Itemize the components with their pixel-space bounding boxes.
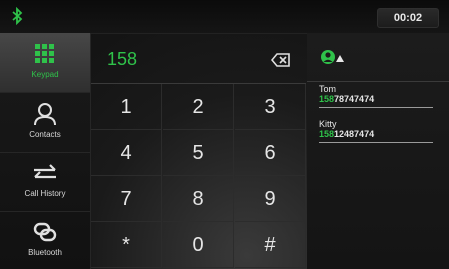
- sidebar: Keypad Contacts Call History Bluetooth: [0, 33, 91, 269]
- contact-person-icon: [321, 50, 344, 64]
- key-star[interactable]: *: [91, 222, 162, 268]
- key-9[interactable]: 9: [235, 176, 306, 222]
- contact-result[interactable]: Kitty 15812487474: [319, 119, 437, 143]
- sidebar-item-call-history[interactable]: Call History: [0, 152, 90, 212]
- clock: 00:02: [377, 8, 439, 28]
- number-rest: 12487474: [334, 129, 375, 139]
- number-display: 158: [91, 33, 306, 84]
- number-rest: 78747474: [334, 94, 375, 104]
- dial-area: 158 1 2 3 4 5 6 7 8 9 * 0 #: [91, 33, 306, 269]
- contact-number: 15878747474: [319, 94, 437, 105]
- status-bar: 00:02: [0, 0, 449, 34]
- sidebar-item-contacts[interactable]: Contacts: [0, 93, 90, 153]
- key-3[interactable]: 3: [235, 84, 306, 130]
- key-7[interactable]: 7: [91, 176, 162, 222]
- contact-name: Kitty: [319, 119, 337, 129]
- key-5[interactable]: 5: [163, 130, 234, 176]
- contact-result[interactable]: Tom 15878747474: [319, 84, 437, 108]
- contacts-header: [307, 33, 449, 82]
- key-hash[interactable]: #: [235, 222, 306, 268]
- sidebar-item-label: Call History: [24, 189, 66, 198]
- key-4[interactable]: 4: [91, 130, 162, 176]
- contact-name: Tom: [319, 84, 337, 94]
- contact-results-panel: Tom 15878747474 Kitty 15812487474: [307, 33, 449, 269]
- sidebar-item-keypad[interactable]: Keypad: [0, 33, 90, 93]
- divider: [319, 107, 433, 108]
- keypad-icon: [35, 44, 54, 63]
- sidebar-item-label: Contacts: [29, 130, 61, 139]
- key-8[interactable]: 8: [163, 176, 234, 222]
- sidebar-item-bluetooth[interactable]: Bluetooth: [0, 211, 90, 269]
- person-icon: [34, 103, 56, 126]
- bluetooth-icon: [12, 7, 23, 25]
- key-0[interactable]: 0: [163, 222, 234, 268]
- backspace-icon[interactable]: [271, 53, 291, 67]
- key-6[interactable]: 6: [235, 130, 306, 176]
- sidebar-item-label: Keypad: [31, 70, 59, 79]
- number-match: 158: [319, 129, 335, 139]
- key-1[interactable]: 1: [91, 84, 162, 130]
- divider: [319, 142, 433, 143]
- link-icon: [33, 222, 57, 242]
- dialed-number: 158: [107, 49, 138, 69]
- sidebar-item-label: Bluetooth: [28, 248, 62, 257]
- phone-screen: 00:02 Keypad Contacts Call History Bluet…: [0, 0, 449, 269]
- number-match: 158: [319, 94, 335, 104]
- contact-number: 15812487474: [319, 129, 437, 140]
- arrows-icon: [34, 164, 56, 179]
- key-2[interactable]: 2: [163, 84, 234, 130]
